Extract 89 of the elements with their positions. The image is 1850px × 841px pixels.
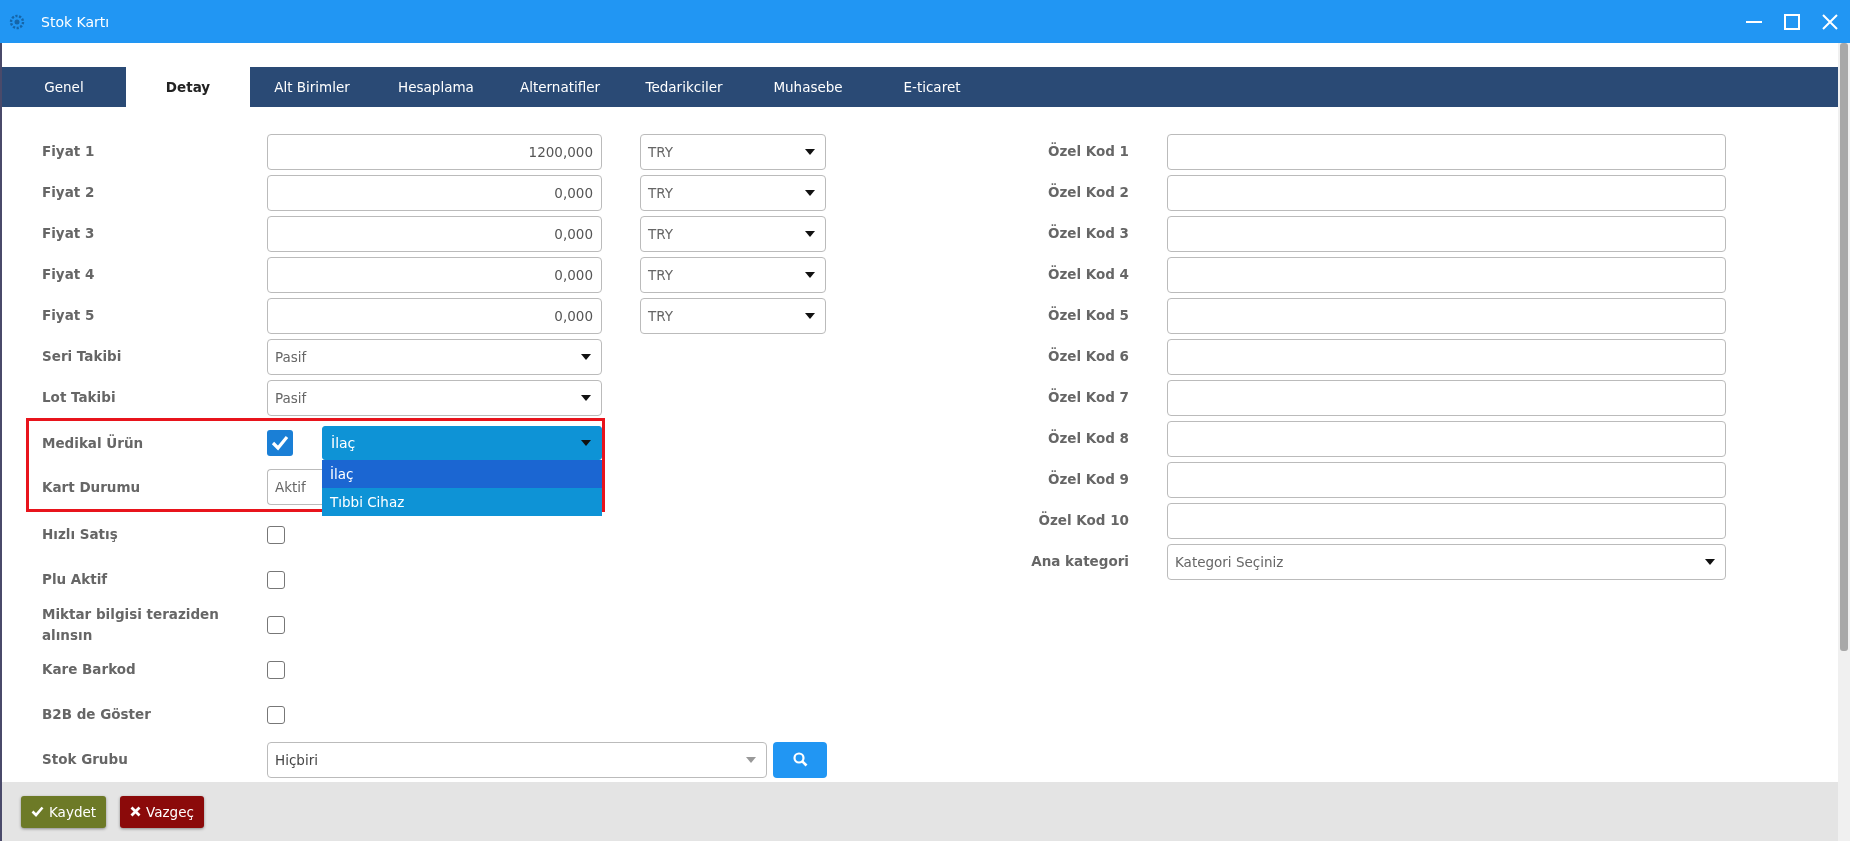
input-field[interactable]: [1167, 297, 1726, 334]
field-label: Özel Kod 1: [1046, 141, 1129, 162]
dropdown-option[interactable]: İlaç: [322, 460, 602, 488]
minimize-icon[interactable]: [1746, 20, 1762, 23]
field-label: Özel Kod 8: [1046, 428, 1129, 449]
checkbox[interactable]: [267, 570, 285, 589]
field-label: Özel Kod 4: [1046, 264, 1129, 285]
input-field[interactable]: [1167, 502, 1726, 539]
input-field[interactable]: [1167, 338, 1726, 375]
check-icon: [31, 806, 44, 817]
field-label: Kart Durumu: [42, 477, 142, 497]
tab[interactable]: Muhasebe: [746, 67, 870, 107]
input-field[interactable]: [1167, 133, 1726, 170]
price-input[interactable]: 0,000: [267, 297, 602, 334]
search-button[interactable]: [773, 741, 827, 778]
caret-icon: [805, 230, 815, 237]
field-label: Özel Kod 9: [1046, 469, 1129, 490]
tab[interactable]: Tedarikciler: [622, 67, 746, 107]
scrollbar[interactable]: [1838, 43, 1850, 841]
input-field[interactable]: [1167, 256, 1726, 293]
field-label: Özel Kod 2: [1046, 182, 1129, 203]
close-icon[interactable]: [1822, 13, 1838, 30]
caret-icon: [581, 440, 591, 446]
gear-icon: [9, 13, 25, 30]
field-label: Plu Aktif: [42, 570, 109, 590]
input-field[interactable]: [1167, 379, 1726, 416]
save-button[interactable]: Kaydet: [21, 795, 107, 828]
field-label: B2B de Göster: [42, 705, 152, 725]
tab[interactable]: Alt Birimler: [250, 67, 374, 107]
field-label: Medikal Ürün: [42, 433, 145, 453]
caret-icon: [581, 353, 591, 360]
tab[interactable]: Detay: [126, 67, 250, 107]
field-label: Özel Kod 6: [1046, 346, 1129, 367]
price-input[interactable]: 1200,000: [267, 133, 602, 170]
input-field[interactable]: [1167, 461, 1726, 498]
field-label: Lot Takibi: [42, 388, 117, 408]
caret-icon: [746, 756, 756, 763]
tab[interactable]: E-ticaret: [870, 67, 994, 107]
caret-icon: [805, 271, 815, 278]
caret-icon: [581, 394, 591, 401]
field-label: Miktar bilgisi teraziden alınsın: [42, 605, 220, 645]
select-field[interactable]: Pasif: [267, 338, 602, 375]
checkbox[interactable]: [267, 430, 293, 456]
field-label: Özel Kod 3: [1046, 223, 1129, 244]
field-label: Özel Kod 5: [1046, 305, 1129, 326]
close-icon: [130, 806, 142, 817]
cancel-button[interactable]: Vazgeç: [120, 795, 204, 828]
price-input[interactable]: 0,000: [267, 256, 602, 293]
input-field[interactable]: [1167, 174, 1726, 211]
group-select[interactable]: Hiçbiri: [267, 741, 767, 778]
category-select[interactable]: Kategori Seçiniz: [1167, 543, 1726, 580]
search-icon: [792, 752, 808, 767]
select-field[interactable]: Aktif: [267, 469, 322, 505]
field-label: Stok Grubu: [42, 750, 129, 770]
field-label: Özel Kod 7: [1046, 387, 1129, 408]
window-title: Stok Kartı: [41, 13, 110, 30]
currency-select[interactable]: TRY: [640, 174, 826, 211]
checkbox[interactable]: [267, 615, 285, 634]
caret-icon: [1705, 558, 1715, 565]
field-label: Fiyat 4: [42, 265, 96, 285]
tab[interactable]: Genel: [2, 67, 126, 107]
caret-icon: [805, 148, 815, 155]
tab[interactable]: Alternatifler: [498, 67, 622, 107]
field-label: Fiyat 3: [42, 224, 96, 244]
currency-select[interactable]: TRY: [640, 297, 826, 334]
field-label: Fiyat 2: [42, 183, 96, 203]
check-icon: [271, 435, 289, 451]
field-label: Fiyat 5: [42, 306, 96, 326]
field-label: Hızlı Satış: [42, 525, 119, 545]
select-field[interactable]: Pasif: [267, 379, 602, 416]
field-label: Kare Barkod: [42, 660, 137, 680]
currency-select[interactable]: TRY: [640, 133, 826, 170]
field-label: Ana kategori: [1030, 552, 1129, 572]
currency-select[interactable]: TRY: [640, 215, 826, 252]
field-label: Özel Kod 10: [1037, 510, 1129, 531]
checkbox[interactable]: [267, 660, 285, 679]
caret-icon: [805, 189, 815, 196]
currency-select[interactable]: TRY: [640, 256, 826, 293]
caret-icon: [805, 312, 815, 319]
maximize-icon[interactable]: [1784, 13, 1800, 30]
checkbox[interactable]: [267, 525, 285, 544]
price-input[interactable]: 0,000: [267, 174, 602, 211]
input-field[interactable]: [1167, 420, 1726, 457]
tab[interactable]: Hesaplama: [374, 67, 498, 107]
checkbox[interactable]: [267, 705, 285, 724]
input-field[interactable]: [1167, 215, 1726, 252]
field-label: Seri Takibi: [42, 347, 123, 367]
price-input[interactable]: 0,000: [267, 215, 602, 252]
field-label: Fiyat 1: [42, 142, 96, 162]
